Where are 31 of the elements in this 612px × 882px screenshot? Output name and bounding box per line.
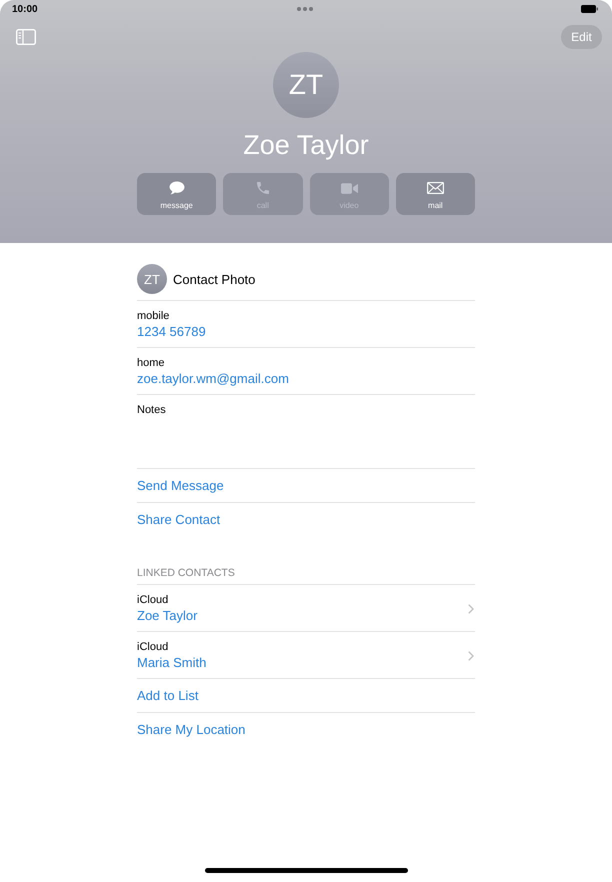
section-header: LINKED CONTACTS [137, 566, 236, 581]
ellipsis-icon [297, 7, 313, 11]
contact-avatar: ZT [273, 52, 339, 118]
message-button[interactable]: message [137, 173, 216, 215]
action-link[interactable]: Send Message [137, 477, 224, 494]
contact-photo-label: Contact Photo [173, 270, 256, 288]
chevron-icon [468, 650, 474, 660]
battery-icon [581, 5, 598, 13]
notes-field[interactable]: Notes [137, 395, 475, 469]
contact-name: Zoe Taylor [243, 129, 369, 161]
field-value[interactable]: zoe.taylor.wm@gmail.com [137, 370, 289, 387]
sidebar-icon[interactable] [16, 29, 36, 45]
account-label: iCloud [137, 640, 168, 654]
mail-button[interactable]: mail [396, 173, 475, 215]
account-label: iCloud [137, 593, 168, 607]
contact-photo-avatar[interactable]: ZT [137, 264, 167, 294]
chevron-icon [468, 604, 474, 614]
edit-button[interactable]: Edit [561, 25, 602, 49]
field-label: home [137, 356, 165, 370]
video-camera-icon [340, 182, 358, 194]
action-link[interactable]: Share Contact [137, 511, 220, 528]
field-label: mobile [137, 309, 170, 323]
status-time: 10:00 [12, 3, 38, 16]
linked-contact-name[interactable]: Maria Smith [137, 654, 206, 671]
speech-bubble-icon [168, 181, 185, 195]
action-link[interactable]: Add to List [137, 687, 198, 704]
action-link[interactable]: Share My Location [137, 721, 246, 738]
envelope-icon [426, 182, 444, 194]
phone-icon [256, 182, 269, 194]
linked-contact-name[interactable]: Zoe Taylor [137, 607, 198, 624]
field-value[interactable]: 1234 56789 [137, 323, 206, 340]
